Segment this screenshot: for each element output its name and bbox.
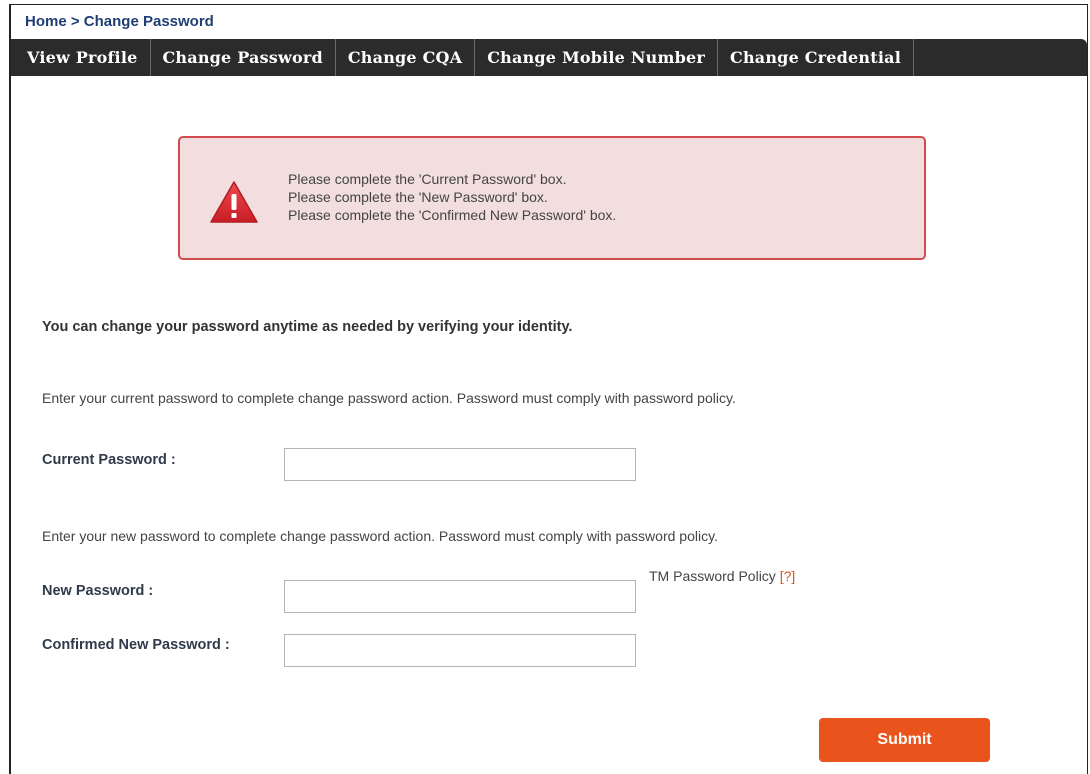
page-frame: Home > Change Password View Profile Chan… xyxy=(9,4,1088,774)
new-password-hint: Enter your new password to complete chan… xyxy=(42,528,718,544)
tab-change-password[interactable]: Change Password xyxy=(151,39,336,76)
current-password-hint: Enter your current password to complete … xyxy=(42,390,736,406)
submit-button[interactable]: Submit xyxy=(819,718,990,762)
tab-change-cqa[interactable]: Change CQA xyxy=(336,39,476,76)
alert-message: Please complete the 'Current Password' b… xyxy=(288,171,567,187)
password-policy: TM Password Policy [?] xyxy=(649,568,795,584)
password-policy-help-link[interactable]: [?] xyxy=(780,568,796,584)
password-policy-label: TM Password Policy xyxy=(649,568,776,584)
alert-message: Please complete the 'New Password' box. xyxy=(288,189,548,205)
breadcrumb-current: Change Password xyxy=(83,13,214,30)
warning-icon xyxy=(210,181,258,223)
error-alert: Please complete the 'Current Password' b… xyxy=(178,136,926,260)
profile-tab-bar: View Profile Change Password Change CQA … xyxy=(11,39,1087,76)
confirm-password-input[interactable] xyxy=(284,634,636,667)
confirm-password-label: Confirmed New Password : xyxy=(42,637,230,653)
tab-change-credential[interactable]: Change Credential xyxy=(718,39,914,76)
alert-message: Please complete the 'Confirmed New Passw… xyxy=(288,207,617,223)
tab-change-mobile-number[interactable]: Change Mobile Number xyxy=(475,39,719,76)
tab-view-profile[interactable]: View Profile xyxy=(11,39,151,76)
current-password-label: Current Password : xyxy=(42,452,176,468)
new-password-input[interactable] xyxy=(284,580,636,613)
breadcrumb: Home > Change Password xyxy=(25,13,214,30)
new-password-label: New Password : xyxy=(42,583,154,599)
alert-messages: Please complete the 'Current Password' b… xyxy=(288,170,616,224)
intro-text: You can change your password anytime as … xyxy=(42,319,573,335)
current-password-input[interactable] xyxy=(284,448,636,481)
breadcrumb-separator: > xyxy=(70,13,80,30)
breadcrumb-home-link[interactable]: Home xyxy=(25,13,67,30)
